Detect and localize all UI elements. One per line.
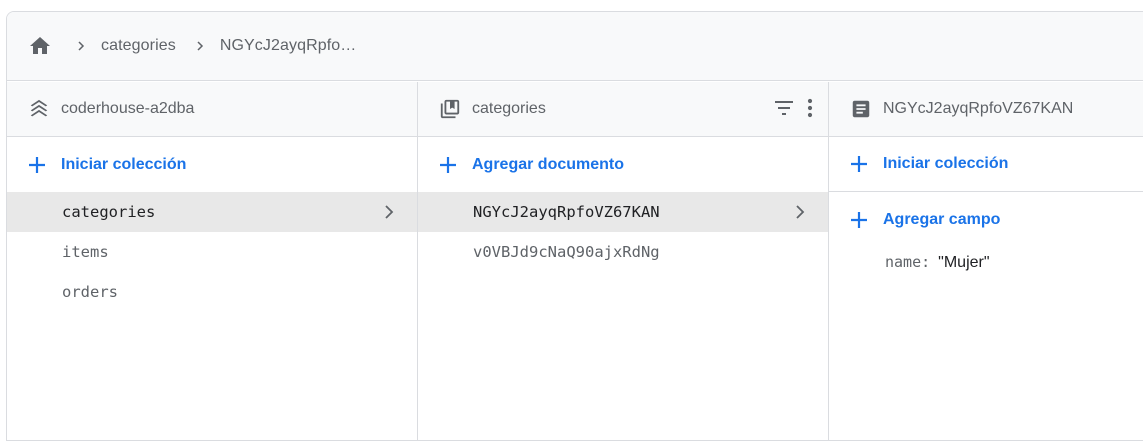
start-collection-label: Iniciar colección: [61, 155, 187, 173]
start-collection-button[interactable]: Iniciar colección: [7, 137, 417, 192]
document-id: v0VBJd9cNaQ90ajxRdNg: [473, 243, 660, 261]
document-icon: [850, 98, 872, 120]
more-vert-icon[interactable]: [806, 96, 814, 120]
field-key: name: [885, 253, 922, 271]
collection-column-header: categories: [418, 82, 828, 137]
breadcrumb: categories NGYcJ2ayqRpfo…: [7, 12, 1143, 81]
add-field-label: Agregar campo: [883, 210, 1001, 228]
plus-icon: [438, 155, 458, 175]
firestore-data-viewer: categories NGYcJ2ayqRpfo… coderhouse-a2d…: [6, 11, 1143, 441]
list-item-document[interactable]: NGYcJ2ayqRpfoVZ67KAN: [418, 192, 828, 232]
list-item-categories[interactable]: categories: [7, 192, 417, 232]
field-value: "Mujer": [938, 254, 990, 271]
document-id: NGYcJ2ayqRpfoVZ67KAN: [473, 203, 660, 221]
collection-name: items: [62, 243, 109, 261]
list-item-document[interactable]: v0VBJd9cNaQ90ajxRdNg: [418, 232, 828, 272]
document-column-header: NGYcJ2ayqRpfoVZ67KAN: [829, 82, 1143, 137]
collection-name: categories: [62, 203, 156, 221]
collection-title: categories: [472, 100, 546, 117]
document-field[interactable]: name : "Mujer": [829, 247, 1143, 287]
document-title: NGYcJ2ayqRpfoVZ67KAN: [883, 100, 1074, 117]
breadcrumb-item-document[interactable]: NGYcJ2ayqRpfo…: [220, 37, 357, 55]
list-item-orders[interactable]: orders: [7, 272, 417, 312]
start-subcollection-label: Iniciar colección: [883, 155, 1009, 172]
start-subcollection-button[interactable]: Iniciar colección: [829, 137, 1143, 192]
plus-icon: [849, 210, 869, 230]
collection-header-actions: [772, 96, 814, 120]
collection-column: categories Agregar documento NGYcJ2ayqRp…: [418, 82, 829, 440]
root-column: coderhouse-a2dba Iniciar colección categ…: [7, 82, 418, 440]
add-document-label: Agregar documento: [472, 155, 625, 173]
collection-icon: [439, 98, 461, 120]
breadcrumb-item-categories[interactable]: categories: [101, 37, 176, 55]
add-document-button[interactable]: Agregar documento: [418, 137, 828, 192]
home-icon[interactable]: [27, 34, 53, 58]
root-column-header: coderhouse-a2dba: [7, 82, 417, 137]
chevron-right-icon: [788, 200, 812, 228]
chevron-right-icon: [188, 34, 212, 58]
field-separator: :: [921, 253, 931, 271]
chevron-right-icon: [377, 200, 401, 228]
list-item-items[interactable]: items: [7, 232, 417, 272]
plus-icon: [27, 155, 47, 175]
filter-icon[interactable]: [772, 96, 796, 120]
database-layers-icon: [28, 98, 50, 120]
document-column: NGYcJ2ayqRpfoVZ67KAN Iniciar colección A…: [829, 82, 1143, 440]
add-field-button[interactable]: Agregar campo: [829, 192, 1143, 247]
project-title: coderhouse-a2dba: [61, 100, 195, 117]
collection-name: orders: [62, 283, 118, 301]
plus-icon: [849, 154, 869, 174]
chevron-right-icon: [69, 34, 93, 58]
